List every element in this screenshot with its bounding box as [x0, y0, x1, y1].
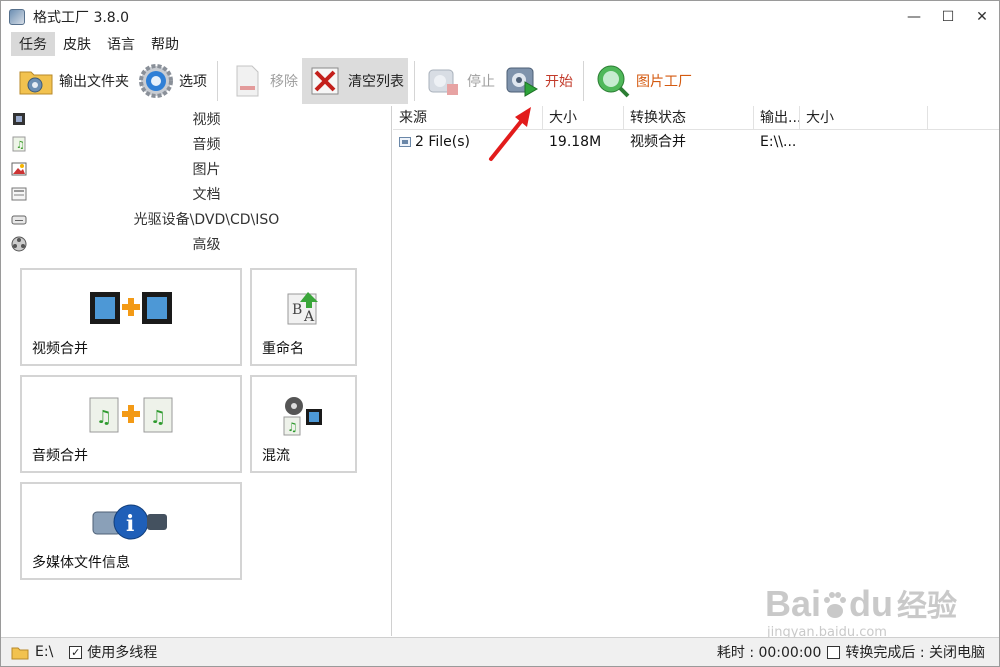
after-convert-label: 转换完成后 : 关闭电脑 [845, 645, 985, 661]
picture-factory-label: 图片工厂 [636, 74, 692, 90]
tile-label: 混流 [262, 448, 290, 464]
app-icon [9, 9, 25, 25]
rename-icon: B A [287, 292, 318, 325]
category-label: 高级 [192, 236, 221, 253]
menu-item-language[interactable]: 语言 [99, 32, 143, 56]
tile-label: 视频合并 [32, 341, 88, 357]
column-status[interactable]: 转换状态 [624, 106, 754, 130]
clear-list-icon [311, 67, 339, 95]
cell-status: 视频合并 [630, 134, 686, 150]
task-panel: 视频 ♫ 音频 图片 文档 光驱设备\DVD\CD\ISO 高级 视频合并 B … [1, 106, 392, 636]
watermark-cn: 经验 [897, 589, 958, 624]
media-info-icon: i [92, 504, 167, 540]
tile-label: 重命名 [262, 341, 304, 357]
options-label: 选项 [179, 74, 207, 90]
cell-source-text: 2 File(s) [415, 134, 471, 150]
clear-list-button[interactable]: 清空列表 [302, 58, 408, 104]
output-drive[interactable]: E:\ [35, 644, 53, 660]
category-label: 视频 [192, 111, 221, 128]
after-convert-checkbox[interactable] [827, 645, 841, 659]
svg-text:♫: ♫ [150, 407, 166, 428]
tile-video-merge[interactable]: 视频合并 [20, 268, 242, 366]
column-size[interactable]: 大小 [543, 106, 624, 130]
close-button[interactable]: ✕ [965, 1, 999, 33]
category-advanced[interactable]: 高级 [1, 231, 391, 256]
tile-label: 多媒体文件信息 [32, 555, 130, 571]
maximize-button[interactable]: ☐ [931, 1, 965, 33]
cell-size: 19.18M [549, 134, 602, 150]
audio-merge-icon: ♫ ♫ [89, 397, 173, 433]
start-icon [506, 67, 538, 97]
app-window: 格式工厂 3.8.0 — ☐ ✕ 任务 皮肤 语言 帮助 输出文件夹 选项 移除… [0, 0, 1000, 667]
minimize-button[interactable]: — [897, 1, 931, 33]
window-title: 格式工厂 3.8.0 [33, 10, 130, 26]
elapsed-time: 耗时 : 00:00:00 [716, 645, 822, 661]
mux-icon: ♫ [283, 397, 322, 436]
gear-icon [139, 64, 173, 98]
category-optical-drive[interactable]: 光驱设备\DVD\CD\ISO [1, 206, 391, 231]
toolbar-separator [414, 61, 415, 101]
folder-icon [19, 71, 53, 95]
options-button[interactable]: 选项 [133, 58, 211, 104]
svg-text:♫: ♫ [287, 420, 298, 434]
category-video[interactable]: 视频 [1, 106, 391, 131]
watermark-brand: Bai [765, 583, 822, 624]
status-bar: E:\ ✓ 使用多线程 耗时 : 00:00:00 转换完成后 : 关闭电脑 [1, 637, 999, 666]
remove-button[interactable]: 移除 [224, 58, 302, 104]
clear-list-label: 清空列表 [348, 74, 404, 90]
category-label: 图片 [192, 161, 221, 178]
start-label: 开始 [545, 74, 573, 90]
column-output-size[interactable]: 大小 [800, 106, 928, 130]
picture-factory-button[interactable]: 图片工厂 [590, 58, 696, 104]
multithread-checkbox[interactable]: ✓ [69, 645, 83, 659]
baidu-watermark: Bai du 经验 jingyan.baidu.com [765, 581, 957, 640]
category-label: 文档 [192, 186, 221, 203]
title-bar: 格式工厂 3.8.0 — ☐ ✕ [1, 1, 999, 33]
window-controls: — ☐ ✕ [897, 1, 999, 33]
tile-audio-merge[interactable]: ♫ ♫ 音频合并 [20, 375, 242, 473]
tile-mux[interactable]: ♫ 混流 [250, 375, 357, 473]
toolbar-separator [217, 61, 218, 101]
menu-bar: 任务 皮肤 语言 帮助 [1, 32, 999, 56]
svg-text:B: B [292, 302, 302, 318]
task-list: 来源 大小 转换状态 输出... 大小 2 File(s) 19.18M 视频合… [393, 106, 999, 636]
output-folder-label: 输出文件夹 [59, 74, 129, 90]
category-label: 光驱设备\DVD\CD\ISO [133, 211, 280, 228]
remove-label: 移除 [270, 74, 298, 90]
file-icon [399, 137, 411, 147]
multithread-label: 使用多线程 [87, 645, 158, 661]
cell-output: E:\\... [760, 134, 797, 150]
tile-label: 音频合并 [32, 448, 88, 464]
remove-file-icon [236, 65, 259, 97]
output-folder-button[interactable]: 输出文件夹 [13, 58, 133, 104]
paw-icon [824, 592, 847, 618]
category-audio[interactable]: ♫ 音频 [1, 131, 391, 156]
stop-icon [428, 69, 458, 95]
column-output[interactable]: 输出... [754, 106, 800, 130]
category-document[interactable]: 文档 [1, 181, 391, 206]
annotation-arrow-icon [489, 107, 531, 161]
svg-text:A: A [303, 309, 315, 325]
stop-label: 停止 [467, 74, 495, 90]
category-label: 音频 [192, 136, 221, 153]
toolbar-separator [583, 61, 584, 101]
svg-text:i: i [126, 511, 134, 537]
menu-item-help[interactable]: 帮助 [143, 32, 187, 56]
watermark-brand2: du [849, 583, 894, 624]
svg-text:♫: ♫ [96, 407, 112, 428]
tile-media-info[interactable]: i 多媒体文件信息 [20, 482, 242, 580]
picture-factory-icon [597, 65, 630, 98]
menu-item-skin[interactable]: 皮肤 [55, 32, 99, 56]
menu-item-task[interactable]: 任务 [11, 32, 55, 56]
drive-icon [11, 647, 29, 660]
category-image[interactable]: 图片 [1, 156, 391, 181]
video-merge-icon [90, 292, 172, 324]
tile-rename[interactable]: B A 重命名 [250, 268, 357, 366]
